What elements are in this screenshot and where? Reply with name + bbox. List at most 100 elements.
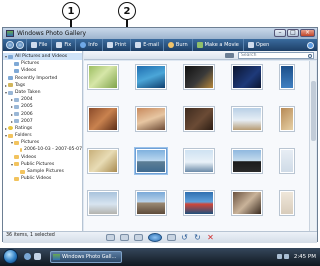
photo-thumbnail[interactable]	[232, 65, 262, 89]
photo-thumbnail[interactable]	[88, 65, 118, 89]
tree-item-2005[interactable]: ▸ 2005	[3, 103, 82, 110]
print-menu-button[interactable]: Print	[101, 39, 131, 51]
photo-gallery-app-icon	[53, 254, 60, 260]
calendar-icon	[14, 104, 19, 109]
tree-item-public-pictures[interactable]: ▾ Public Pictures	[3, 161, 82, 168]
tree-item-recently-imported[interactable]: Recently Imported	[3, 75, 82, 82]
photo-thumbnail[interactable]	[184, 107, 214, 131]
search-icon[interactable]	[308, 54, 312, 58]
thumbnail-gallery	[84, 61, 309, 231]
system-clock[interactable]: 2:45 PM	[294, 248, 316, 266]
tree-item-label: 2007	[21, 118, 33, 124]
photo-thumbnail[interactable]	[280, 149, 294, 173]
photo-thumbnail[interactable]	[280, 65, 294, 89]
tree-item-label: Recently Imported	[15, 75, 58, 81]
taskbar-photo-gallery-button[interactable]: Windows Photo Gall...	[50, 251, 122, 263]
email-label: E-mail	[143, 42, 159, 48]
photo-thumbnail[interactable]	[88, 149, 118, 173]
photo-thumbnail[interactable]	[136, 107, 166, 131]
tree-item-ratings[interactable]: ▸ Ratings	[3, 125, 82, 132]
email-button[interactable]: E-mail	[130, 39, 163, 51]
star-icon	[8, 126, 13, 131]
photo-thumbnail[interactable]	[88, 191, 118, 215]
rotate-counterclockwise-icon[interactable]: ↺	[181, 233, 189, 241]
calendar-icon	[14, 97, 19, 102]
videos-icon	[14, 68, 19, 73]
forward-button[interactable]	[16, 41, 24, 49]
tree-item-sample-pictures[interactable]: Sample Pictures	[3, 168, 82, 175]
disc-icon	[167, 42, 174, 48]
tree-item-folder-videos[interactable]: Videos	[3, 154, 82, 161]
pictures-icon	[14, 61, 19, 66]
tree-item-folder-pictures[interactable]: ▾ Pictures	[3, 139, 82, 146]
file-menu-button[interactable]: File	[26, 39, 51, 51]
tree-item-label: 2004	[21, 97, 33, 103]
photo-thumbnail[interactable]	[184, 65, 214, 89]
gallery-scrollbar[interactable]	[309, 61, 316, 231]
photo-thumbnail-selected[interactable]	[134, 147, 168, 175]
tree-item-2006[interactable]: ▸ 2006	[3, 111, 82, 118]
tree-item-2007[interactable]: ▸ 2007	[3, 118, 82, 125]
email-icon	[135, 42, 142, 48]
search-input[interactable]: Search	[238, 52, 314, 59]
actual-size-icon[interactable]	[119, 233, 129, 241]
tree-item-label: Tags	[15, 82, 26, 88]
next-icon[interactable]	[166, 233, 176, 241]
print-label: Print	[114, 42, 127, 48]
photo-thumbnail[interactable]	[184, 191, 214, 215]
tree-item-date-taken[interactable]: ▾ Date Taken	[3, 89, 82, 96]
photo-thumbnail[interactable]	[184, 149, 214, 173]
photo-thumbnail[interactable]	[232, 107, 262, 131]
tree-item-public-videos[interactable]: Public Videos	[3, 175, 82, 182]
playback-controls: ↺ ↻ ✕	[2, 232, 318, 242]
view-options-icon[interactable]	[225, 53, 234, 58]
slideshow-play-icon[interactable]	[147, 232, 162, 242]
tree-item-all-pictures-and-videos[interactable]: ▾ All Pictures and Videos	[3, 53, 82, 61]
tree-item-label: Pictures	[21, 140, 40, 146]
photo-thumbnail[interactable]	[232, 149, 262, 173]
zoom-icon[interactable]	[105, 233, 115, 241]
make-movie-button[interactable]: Make a Movie	[191, 39, 243, 51]
rotate-clockwise-icon[interactable]: ↻	[194, 233, 202, 241]
make-movie-label: Make a Movie	[204, 42, 239, 48]
fix-button[interactable]: Fix	[51, 39, 75, 51]
photo-thumbnail[interactable]	[136, 191, 166, 215]
tree-item-tags[interactable]: ▸ Tags	[3, 82, 82, 89]
tree-item-folders[interactable]: ▾ Folders	[3, 132, 82, 139]
folder-icon	[20, 148, 23, 153]
tree-item-label: All Pictures and Videos	[15, 54, 68, 59]
network-icon[interactable]	[277, 254, 282, 259]
tree-item-date-folder[interactable]: 2006-10-03 - 2007-05-07	[3, 146, 82, 153]
tree-item-pictures[interactable]: Pictures	[3, 60, 82, 67]
photo-thumbnail[interactable]	[136, 65, 166, 89]
tree-item-label: Public Pictures	[21, 161, 55, 167]
photo-gallery-window: Windows Photo Gallery – □ × File Fix Inf…	[2, 27, 318, 243]
previous-icon[interactable]	[133, 233, 143, 241]
photo-thumbnail[interactable]	[280, 107, 294, 131]
calendar-icon	[14, 119, 19, 124]
info-button[interactable]: Info	[75, 39, 101, 51]
quick-launch-desktop-icon[interactable]	[34, 253, 41, 260]
maximize-button[interactable]: □	[287, 29, 299, 37]
photo-thumbnail[interactable]	[88, 107, 118, 131]
photos-icon	[8, 54, 13, 59]
delete-icon[interactable]: ✕	[207, 233, 215, 241]
back-button[interactable]	[6, 41, 14, 49]
photo-thumbnail[interactable]	[280, 191, 294, 215]
close-button[interactable]: ×	[300, 29, 315, 37]
quick-launch-browser-icon[interactable]	[24, 253, 31, 260]
tree-item-label: Videos	[21, 154, 37, 160]
burn-menu-button[interactable]: Burn	[162, 39, 192, 51]
minimize-button[interactable]: –	[274, 29, 286, 37]
burn-label: Burn	[175, 42, 188, 48]
tree-item-videos[interactable]: Videos	[3, 67, 82, 74]
tree-item-2004[interactable]: ▸ 2004	[3, 96, 82, 103]
photo-thumbnail[interactable]	[232, 191, 262, 215]
tree-item-label: Ratings	[15, 125, 33, 131]
command-toolbar: File Fix Info Print E-mail Burn Make a M…	[3, 39, 317, 51]
scrollbar-thumb[interactable]	[311, 81, 316, 141]
open-menu-button[interactable]: Open	[242, 39, 273, 51]
start-button[interactable]	[3, 249, 18, 264]
help-icon[interactable]	[307, 41, 314, 49]
volume-icon[interactable]	[284, 254, 289, 259]
